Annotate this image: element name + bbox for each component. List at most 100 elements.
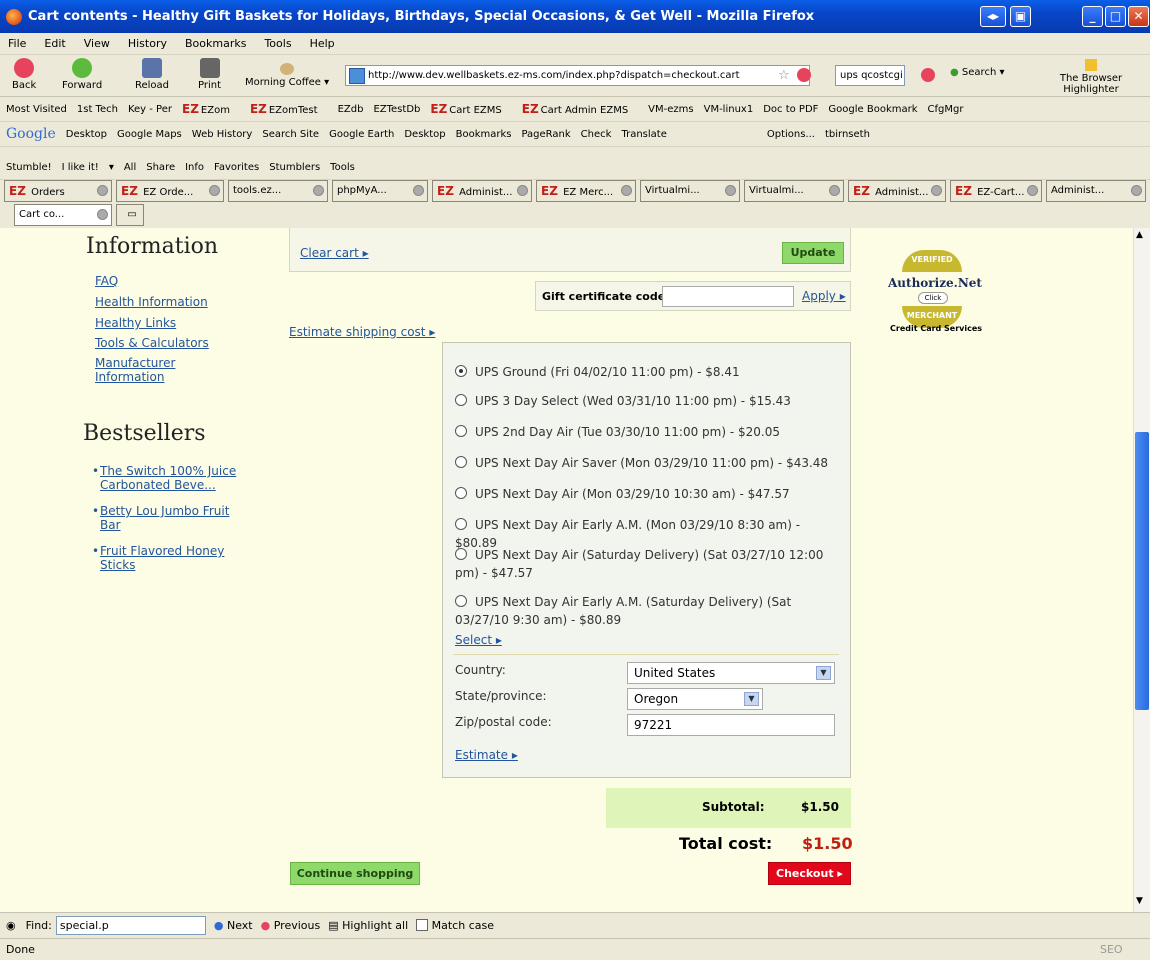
menu-bookmarks[interactable]: Bookmarks — [185, 37, 246, 50]
tab-close-icon[interactable] — [1131, 185, 1142, 196]
tab-ez-orde[interactable]: EZ EZ Orde... — [116, 180, 224, 202]
link-health-information[interactable]: Health Information — [95, 295, 208, 309]
shipping-option-radio[interactable]: UPS Next Day Air (Saturday Delivery) (Sa… — [455, 546, 840, 582]
url-input[interactable]: http://www.dev.wellbaskets.ez-ms.com/ind… — [345, 65, 810, 86]
info-button[interactable]: Info — [185, 162, 204, 173]
scrollbar-thumb[interactable] — [1135, 432, 1149, 710]
bookmark-ezomtest[interactable]: EZ EZomTest — [250, 102, 328, 116]
google-translate[interactable]: Translate — [621, 129, 666, 140]
bestseller-item[interactable]: Betty Lou Jumbo Fruit Bar — [100, 504, 250, 532]
gift-certificate-input[interactable] — [662, 286, 794, 307]
tab-ez-cart[interactable]: EZ EZ-Cart... — [950, 180, 1042, 202]
bookmark-cart-ezms[interactable]: EZ Cart EZMS — [430, 102, 511, 116]
shipping-option-radio[interactable]: UPS 2nd Day Air (Tue 03/30/10 11:00 pm) … — [455, 423, 835, 441]
fullscreen-button[interactable]: ▣ — [1010, 6, 1031, 27]
reload-button[interactable]: Reload — [135, 58, 169, 91]
clear-cart-link[interactable]: Clear cart ▸ — [300, 246, 369, 260]
tab-phpmyadmin[interactable]: phpMyA... — [332, 180, 428, 202]
tab-virtualmi-2[interactable]: Virtualmi... — [744, 180, 844, 202]
google-options[interactable]: Options... — [767, 129, 815, 140]
continue-shopping-button[interactable]: Continue shopping — [290, 862, 420, 885]
menu-tools[interactable]: Tools — [264, 37, 291, 50]
tab-orders[interactable]: EZ Orders — [4, 180, 112, 202]
morning-coffee-button[interactable]: Morning Coffee ▾ — [245, 63, 329, 88]
go-icon[interactable] — [797, 68, 811, 82]
link-faq[interactable]: FAQ — [95, 274, 118, 288]
estimate-shipping-link[interactable]: Estimate shipping cost ▸ — [289, 325, 435, 339]
close-find-icon[interactable]: ◉ — [6, 919, 16, 932]
google-earth[interactable]: Google Earth — [329, 129, 394, 140]
google-check[interactable]: Check — [581, 129, 612, 140]
tab-close-icon[interactable] — [97, 209, 108, 220]
shipping-option-radio[interactable]: UPS Next Day Air (Mon 03/29/10 10:30 am)… — [455, 485, 835, 503]
tab-close-icon[interactable] — [1027, 185, 1038, 196]
radio-icon[interactable] — [455, 548, 467, 560]
radio-icon[interactable] — [455, 425, 467, 437]
estimate-link[interactable]: Estimate ▸ — [455, 748, 518, 762]
stumble-tools-button[interactable]: Tools — [330, 162, 355, 173]
tab-tools-ez[interactable]: tools.ez... — [228, 180, 328, 202]
tab-close-icon[interactable] — [931, 185, 942, 196]
find-previous-button[interactable]: ● Previous — [261, 919, 321, 932]
tab-close-icon[interactable] — [209, 185, 220, 196]
browser-highlighter-button[interactable]: The Browser Highlighter — [1032, 59, 1150, 95]
minimize-button[interactable]: _ — [1082, 6, 1103, 27]
stumble-button[interactable]: Stumble! — [6, 162, 52, 173]
link-tools-calculators[interactable]: Tools & Calculators — [95, 336, 209, 350]
google-logo[interactable]: Google — [6, 126, 56, 142]
link-healthy-links[interactable]: Healthy Links — [95, 316, 176, 330]
authorize-net-badge[interactable]: VERIFIED Authorize.Net Click MERCHANT — [888, 250, 982, 334]
new-tab-button[interactable]: ▭ — [116, 204, 144, 226]
tab-close-icon[interactable] — [413, 185, 424, 196]
link-manufacturer-information[interactable]: Manufacturer Information — [95, 356, 205, 384]
menu-view[interactable]: View — [84, 37, 110, 50]
restore-extra-button[interactable]: ◂▸ — [980, 6, 1006, 27]
bookmark-1st-tech[interactable]: 1st Tech — [77, 104, 118, 115]
i-like-it-button[interactable]: I like it! — [62, 162, 99, 173]
find-next-button[interactable]: ● Next — [214, 919, 253, 932]
select-shipping-link[interactable]: Select ▸ — [455, 633, 502, 647]
scroll-down-icon[interactable]: ▼ — [1136, 896, 1143, 906]
apply-link[interactable]: Apply ▸ — [802, 289, 846, 303]
menu-edit[interactable]: Edit — [44, 37, 65, 50]
search-engine-button[interactable]: ● Search ▾ — [950, 67, 1004, 78]
share-button[interactable]: Share — [146, 162, 175, 173]
google-pagerank[interactable]: PageRank — [521, 129, 570, 140]
stumblers-button[interactable]: Stumblers — [269, 162, 320, 173]
checkout-button[interactable]: Checkout ▸ — [768, 862, 851, 885]
bookmark-eztestdb[interactable]: EZTestDb — [373, 104, 420, 115]
bookmark-ezdb[interactable]: EZdb — [338, 104, 364, 115]
shipping-option-radio[interactable]: UPS Next Day Air Saver (Mon 03/29/10 11:… — [455, 454, 845, 472]
all-dropdown[interactable]: All — [124, 162, 136, 173]
radio-icon[interactable] — [455, 394, 467, 406]
state-select[interactable]: Oregon ▼ — [627, 688, 763, 710]
print-button[interactable]: Print — [198, 58, 221, 91]
tab-administ-3[interactable]: Administ... — [1046, 180, 1146, 202]
google-web-history[interactable]: Web History — [192, 129, 253, 140]
star-bookmark-icon[interactable]: ☆ — [778, 68, 790, 83]
shipping-option-radio[interactable]: UPS Ground (Fri 04/02/10 11:00 pm) - $8.… — [455, 363, 835, 381]
forward-button[interactable]: Forward — [62, 58, 102, 91]
find-input[interactable]: special.p — [55, 916, 206, 935]
tab-close-icon[interactable] — [97, 185, 108, 196]
bookmark-most-visited[interactable]: Most Visited — [6, 104, 67, 115]
bestseller-item[interactable]: Fruit Flavored Honey Sticks — [100, 544, 250, 572]
radio-selected-icon[interactable] — [455, 365, 467, 377]
search-input[interactable]: ups qcostcgi — [835, 65, 905, 86]
shipping-option-radio[interactable]: UPS 3 Day Select (Wed 03/31/10 11:00 pm)… — [455, 392, 835, 410]
highlight-all-button[interactable]: ▤ Highlight all — [328, 919, 408, 932]
google-account[interactable]: tbirnseth — [825, 129, 870, 140]
seo-status[interactable]: SEO — [1100, 939, 1123, 960]
google-bookmarks[interactable]: Bookmarks — [456, 129, 512, 140]
radio-icon[interactable] — [455, 518, 467, 530]
menu-help[interactable]: Help — [310, 37, 335, 50]
tab-ez-merc[interactable]: EZ EZ Merc... — [536, 180, 636, 202]
bookmark-google-bookmark[interactable]: Google Bookmark — [828, 104, 917, 115]
update-button[interactable]: Update — [782, 242, 844, 264]
zip-input[interactable]: 97221 — [627, 714, 835, 736]
bookmark-vm-linux1[interactable]: VM-linux1 — [704, 104, 754, 115]
shipping-option-radio[interactable]: UPS Next Day Air Early A.M. (Saturday De… — [455, 593, 840, 629]
google-desktop[interactable]: Desktop — [66, 129, 107, 140]
tab-close-icon[interactable] — [725, 185, 736, 196]
radio-icon[interactable] — [455, 456, 467, 468]
